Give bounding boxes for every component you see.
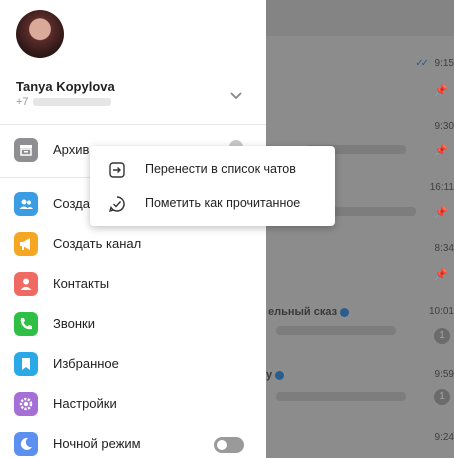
drawer-item-new-channel[interactable]: Создать канал xyxy=(0,224,266,264)
user-phone: +7 xyxy=(16,96,111,108)
verified-icon xyxy=(275,370,285,380)
menu-item-label: Перенести в список чатов xyxy=(145,162,296,176)
chat-preview xyxy=(276,326,396,335)
chat-name: ельный сказ xyxy=(268,306,350,318)
move-to-chats-icon xyxy=(108,161,126,179)
pin-icon: 📌 xyxy=(434,145,448,157)
divider xyxy=(0,124,266,125)
chat-time: 8:34 xyxy=(434,243,454,254)
chat-time: 16:11 xyxy=(429,182,454,193)
chat-list-header xyxy=(266,0,454,36)
moon-icon xyxy=(14,432,38,456)
drawer-item-label: Звонки xyxy=(53,316,95,331)
chat-time: 10:01 xyxy=(428,306,454,317)
night-mode-toggle[interactable] xyxy=(214,437,244,453)
drawer-item-label: Архив xyxy=(53,142,90,157)
archive-icon xyxy=(14,138,38,162)
toggle-knob xyxy=(217,440,227,450)
drawer-item-calls[interactable]: Звонки xyxy=(0,304,266,344)
drawer-item-label: Контакты xyxy=(53,276,110,291)
phone-redacted xyxy=(32,98,111,107)
unread-badge: 1 xyxy=(434,389,450,405)
pin-icon: 📌 xyxy=(434,207,448,219)
drawer-item-label: Настройки xyxy=(53,396,117,411)
drawer-item-saved[interactable]: Избранное xyxy=(0,344,266,384)
chat-preview xyxy=(276,392,406,401)
person-icon xyxy=(14,272,38,296)
chat-name: у xyxy=(266,369,285,381)
drawer-item-label: Создать канал xyxy=(53,236,142,251)
archive-context-menu: Перенести в список чатов Пометить как пр… xyxy=(90,146,335,226)
drawer-item-contacts[interactable]: Контакты xyxy=(0,264,266,304)
bookmark-icon xyxy=(14,352,38,376)
user-name: Tanya Kopylova xyxy=(16,79,115,94)
chevron-down-icon[interactable] xyxy=(226,86,246,106)
drawer-item-label: Созда xyxy=(53,196,90,211)
check-circle-icon xyxy=(108,195,126,213)
chat-time: 9:24 xyxy=(434,432,454,443)
avatar[interactable] xyxy=(16,10,64,58)
pin-icon: 📌 xyxy=(434,85,448,97)
pin-icon: 📌 xyxy=(434,269,448,281)
drawer-item-settings[interactable]: Настройки xyxy=(0,384,266,424)
chat-time: 9:30 xyxy=(434,121,454,132)
phone-icon xyxy=(14,312,38,336)
gear-icon xyxy=(14,392,38,416)
chat-time: 9:15 xyxy=(434,58,454,69)
chat-time: 9:59 xyxy=(434,369,454,380)
drawer-item-label: Ночной режим xyxy=(53,436,141,451)
navigation-drawer: Tanya Kopylova +7 Архив Созда Создать ка… xyxy=(0,0,266,458)
unread-badge: 1 xyxy=(434,328,450,344)
menu-item-label: Пометить как прочитанное xyxy=(145,196,301,210)
menu-item-mark-read[interactable]: Пометить как прочитанное xyxy=(90,186,335,220)
chat-list: ✓✓ 9:15 📌 9:30 📌 16:11 📌 8:34 📌 ельный с… xyxy=(266,0,454,458)
drawer-item-night-mode[interactable]: Ночной режим xyxy=(0,424,266,458)
menu-item-move-to-chats[interactable]: Перенести в список чатов xyxy=(90,152,335,186)
verified-icon xyxy=(340,307,350,317)
group-icon xyxy=(14,192,38,216)
megaphone-icon xyxy=(14,232,38,256)
drawer-item-label: Избранное xyxy=(53,356,119,371)
read-ticks-icon: ✓✓ xyxy=(415,58,429,69)
